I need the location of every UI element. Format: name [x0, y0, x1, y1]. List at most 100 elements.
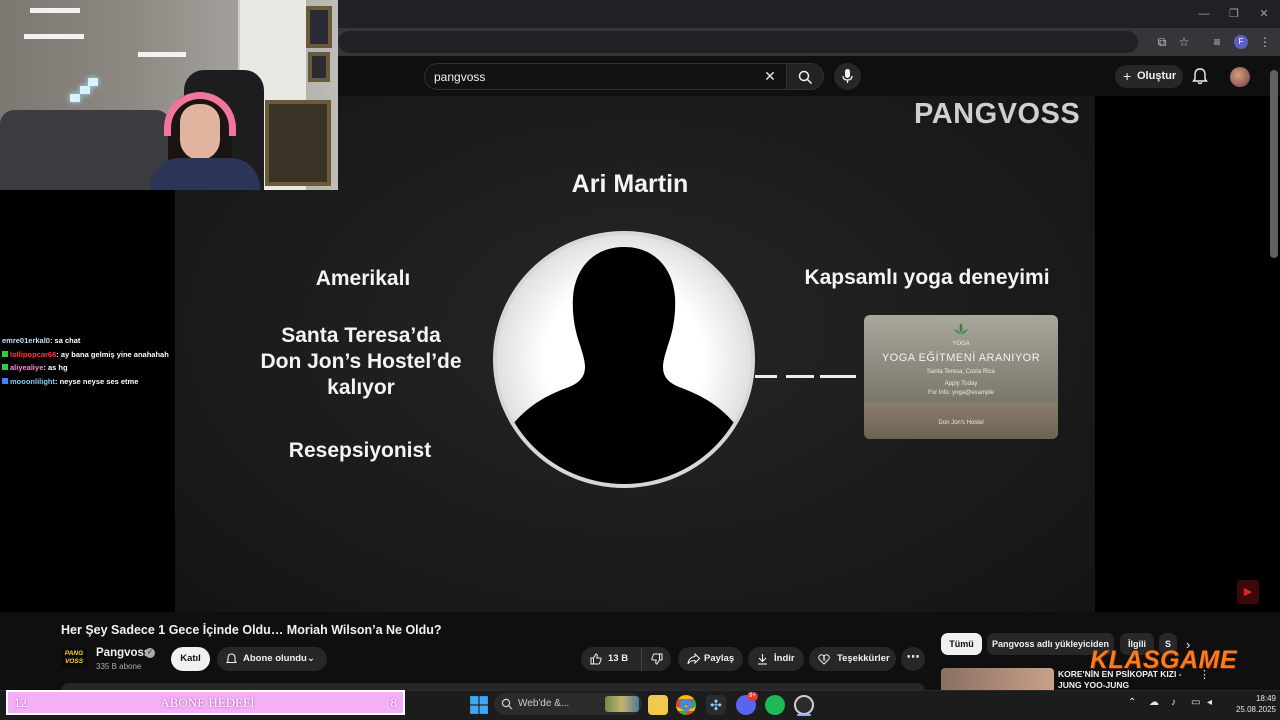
person-name: Ari Martin [571, 170, 689, 198]
chat-text: : neyse neyse ses etme [55, 376, 139, 386]
search-icon [501, 698, 513, 710]
chat-badge-icon [2, 364, 8, 370]
network-app-icon[interactable]: ✣ [706, 695, 726, 715]
connector-dash [786, 375, 814, 378]
bookmark-star-icon[interactable]: ☆ [1175, 33, 1193, 51]
connector-dash [755, 375, 777, 378]
share-arrow-icon [687, 653, 700, 665]
dislike-button[interactable] [641, 647, 671, 671]
chat-message: mooonlilight: neyse neyse ses etme [2, 377, 172, 391]
close-window-button[interactable]: ✕ [1256, 6, 1272, 22]
yoga-sub-1: Santa Teresa, Costa Rica [927, 369, 995, 375]
share-button[interactable]: Paylaş [678, 647, 743, 671]
media-controls-icon[interactable]: ≡ [1208, 33, 1226, 51]
clock-date: 25.08.2025 [1235, 705, 1276, 714]
microphone-icon [842, 69, 853, 83]
thanks-button[interactable]: $ Teşekkürler [809, 647, 896, 671]
webcam-light [80, 86, 90, 94]
create-button[interactable]: + Oluştur [1115, 65, 1183, 88]
voice-search-button[interactable] [834, 63, 861, 90]
recommended-video-thumbnail[interactable] [941, 668, 1054, 690]
chat-username: emre01erkal0 [2, 336, 50, 345]
file-explorer-icon[interactable] [648, 695, 668, 715]
clear-search-icon[interactable]: ✕ [761, 67, 779, 85]
fact-location-line-1: Santa Teresa’da [281, 324, 441, 347]
chat-message: lollipopcar66: ay bana gelmiş yine anaha… [2, 350, 172, 364]
chat-text: : as hg [43, 363, 68, 372]
webcam-light [70, 94, 80, 102]
tray-volume-icon[interactable]: ◂ [1207, 697, 1212, 708]
verified-check-icon: ✓ [145, 648, 155, 658]
yoga-logo-text: YOGA [952, 341, 970, 347]
fact-location: Santa Teresa’da Don Jon’s Hostel’de kalı… [246, 323, 476, 401]
like-button[interactable]: 13 B [581, 647, 641, 671]
webcam-shelf [24, 34, 84, 39]
fact-location-line-3: kalıyor [327, 376, 395, 399]
channel-name[interactable]: Pangvoss [96, 647, 150, 659]
install-app-icon[interactable]: ⧉ [1153, 33, 1171, 51]
minimize-button[interactable]: — [1196, 6, 1212, 22]
yoga-headline: YOGA EĞİTMENİ ARANIYOR [881, 352, 1041, 364]
download-icon [758, 654, 767, 665]
sub-goal-label: ABONE HEDEFİ [160, 695, 255, 710]
svg-text:$: $ [823, 657, 826, 663]
fact-job: Resepsiyonist [288, 439, 432, 462]
like-count: 13 B [608, 653, 629, 664]
channel-avatar[interactable]: PANG VOSS [61, 648, 87, 668]
screen: — ❐ ✕ ⧉ ☆ ≡ F ⋮ pangvoss ✕ + Oluştur PAN… [0, 0, 1280, 720]
search-highlight-image[interactable] [605, 696, 639, 712]
webcam-person-body [150, 158, 260, 190]
channel-mini-logo: ▶ [1237, 580, 1259, 604]
browser-profile-avatar[interactable]: F [1234, 35, 1248, 49]
subscriber-goal-bar: ABONE HEDEFİ 12 8 [6, 690, 405, 715]
search-input[interactable]: pangvoss [434, 70, 485, 84]
chat-text: : ay bana gelmiş yine anahahah [56, 349, 169, 359]
join-button[interactable]: Katıl [171, 647, 210, 671]
tray-mic-icon[interactable]: ♪ [1171, 697, 1176, 708]
share-label: Paylaş [704, 653, 735, 664]
tray-network-icon[interactable]: ☁ [1149, 697, 1159, 708]
create-label: Oluştur [1137, 70, 1177, 82]
taskbar-clock[interactable]: 18:49 25.08.2025 [1224, 693, 1276, 715]
thumbs-down-icon [651, 653, 663, 665]
sub-goal-current: 12 [14, 695, 27, 710]
subscribed-button[interactable]: Abone olundu ⌄ [217, 647, 327, 671]
super-thanks-icon: $ [818, 654, 830, 665]
tray-display-icon[interactable]: ▭ [1191, 697, 1200, 708]
chat-username: lollipopcar66 [10, 349, 57, 359]
tray-overflow-icon[interactable]: ⌃ [1128, 697, 1136, 708]
yoga-sub-3: For Info: yoga@example [928, 390, 994, 396]
yoga-sub-4: Don Jon's Hostel [938, 420, 984, 426]
discord-badge: 9+ [747, 692, 758, 701]
windows-start-icon[interactable] [469, 695, 489, 715]
maximize-button[interactable]: ❐ [1226, 6, 1242, 22]
active-app-indicator [797, 714, 811, 716]
notifications-bell-icon[interactable] [1192, 67, 1208, 85]
webcam-shelf [138, 52, 186, 57]
bell-icon [226, 653, 237, 664]
webcam-poster [308, 52, 330, 82]
search-button[interactable] [786, 63, 824, 90]
plus-icon: + [1123, 68, 1132, 84]
yoga-job-ad-image: YOGA YOGA EĞİTMENİ ARANIYOR Santa Teresa… [864, 315, 1058, 439]
obs-icon[interactable] [794, 695, 814, 715]
chip-all[interactable]: Tümü [941, 633, 982, 655]
download-button[interactable]: İndir [748, 647, 804, 671]
sponsor-logo: KLASGAME [1090, 646, 1238, 674]
user-avatar[interactable] [1230, 67, 1250, 87]
chrome-icon[interactable] [676, 695, 696, 715]
spotify-icon[interactable] [765, 695, 785, 715]
video-title: Her Şey Sadece 1 Gece İçinde Oldu… Moria… [61, 623, 442, 637]
chat-badge-icon [2, 377, 8, 384]
url-field[interactable] [338, 31, 1138, 53]
fact-nationality: Amerikalı [315, 267, 411, 290]
more-actions-button[interactable]: ⋯ [901, 647, 925, 671]
stream-chat: emre01erkal0: sa chat lollipopcar66: ay … [2, 336, 172, 390]
page-scrollbar[interactable] [1270, 70, 1278, 258]
chat-badge-icon [2, 350, 8, 357]
webcam-jersey-frame [265, 100, 331, 186]
download-label: İndir [774, 653, 795, 664]
browser-menu-icon[interactable]: ⋮ [1256, 33, 1274, 51]
chat-username: mooonlilight [10, 376, 55, 386]
subscribed-label: Abone olundu [243, 653, 307, 664]
